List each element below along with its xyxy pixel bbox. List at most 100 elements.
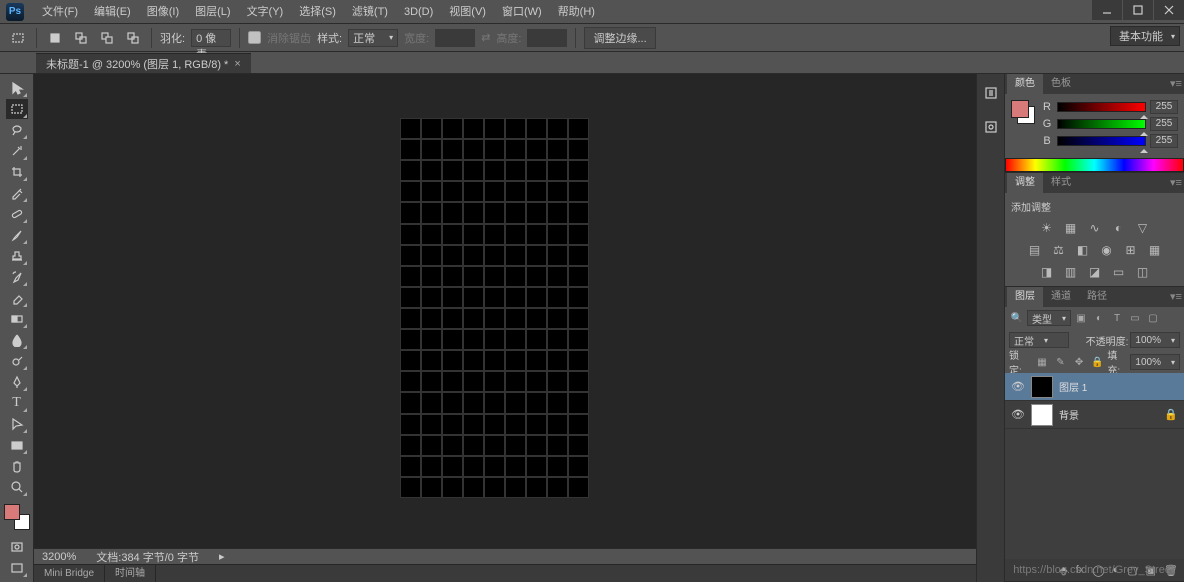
lock-trans-icon[interactable]: ▦ xyxy=(1034,354,1050,370)
lasso-tool[interactable] xyxy=(6,120,28,140)
zoom-tool[interactable] xyxy=(6,477,28,497)
styles-tab[interactable]: 样式 xyxy=(1043,173,1079,193)
heal-tool[interactable] xyxy=(6,204,28,224)
layer-thumbnail[interactable] xyxy=(1031,404,1053,426)
menu-file[interactable]: 文件(F) xyxy=(34,0,86,24)
filter-pixel-icon[interactable]: ▣ xyxy=(1073,310,1089,326)
hue-icon[interactable]: ▤ xyxy=(1026,242,1044,258)
g-value[interactable]: 255 xyxy=(1150,117,1178,131)
hand-tool[interactable] xyxy=(6,456,28,476)
new-selection-icon[interactable] xyxy=(45,28,65,48)
visibility-icon[interactable]: 👁 xyxy=(1011,380,1025,393)
fill-input[interactable]: 100% xyxy=(1130,354,1180,370)
canvas[interactable] xyxy=(400,118,589,498)
visibility-icon[interactable]: 👁 xyxy=(1011,408,1025,421)
opacity-input[interactable]: 100% xyxy=(1130,332,1180,348)
threshold-icon[interactable]: ◪ xyxy=(1086,264,1104,280)
menu-select[interactable]: 选择(S) xyxy=(291,0,344,24)
move-tool[interactable] xyxy=(6,78,28,98)
crop-tool[interactable] xyxy=(6,162,28,182)
panel-menu-icon[interactable]: ▾≡ xyxy=(1170,77,1182,89)
workspace-select[interactable]: 基本功能 xyxy=(1110,26,1180,46)
selective-icon[interactable]: ◫ xyxy=(1134,264,1152,280)
foreground-color[interactable] xyxy=(4,504,20,520)
layer-row[interactable]: 👁 图层 1 xyxy=(1005,373,1184,401)
eyedropper-tool[interactable] xyxy=(6,183,28,203)
layer-name[interactable]: 图层 1 xyxy=(1059,379,1087,394)
r-slider[interactable] xyxy=(1057,102,1146,112)
balance-icon[interactable]: ⚖ xyxy=(1050,242,1068,258)
panel-menu-icon[interactable]: ▾≡ xyxy=(1170,290,1182,302)
lock-pixel-icon[interactable]: ✎ xyxy=(1053,354,1069,370)
layers-tab[interactable]: 图层 xyxy=(1007,287,1043,307)
refine-edge-button[interactable]: 调整边缘... xyxy=(584,27,655,49)
photo-filter-icon[interactable]: ◉ xyxy=(1098,242,1116,258)
r-value[interactable]: 255 xyxy=(1150,100,1178,114)
canvas-area[interactable]: 3200% 文档:384 字节/0 字节 ▸ Mini Bridge 时间轴 xyxy=(34,74,976,582)
blend-mode-select[interactable]: 正常 xyxy=(1009,332,1069,348)
dodge-tool[interactable] xyxy=(6,351,28,371)
b-value[interactable]: 255 xyxy=(1150,134,1178,148)
timeline-tab[interactable]: 时间轴 xyxy=(105,565,156,582)
menu-layer[interactable]: 图层(L) xyxy=(187,0,238,24)
blur-tool[interactable] xyxy=(6,330,28,350)
lookup-icon[interactable]: ▦ xyxy=(1146,242,1164,258)
type-tool[interactable]: T xyxy=(6,393,28,413)
layer-row[interactable]: 👁 背景 🔒 xyxy=(1005,401,1184,429)
doc-info[interactable]: 文档:384 字节/0 字节 xyxy=(96,549,199,565)
screen-mode-tool[interactable] xyxy=(6,558,28,578)
close-button[interactable] xyxy=(1154,0,1184,20)
color-tab[interactable]: 颜色 xyxy=(1007,74,1043,94)
curves-icon[interactable]: ∿ xyxy=(1086,220,1104,236)
spectrum-bar[interactable] xyxy=(1005,158,1184,172)
menu-view[interactable]: 视图(V) xyxy=(441,0,494,24)
invert-icon[interactable]: ◨ xyxy=(1038,264,1056,280)
wand-tool[interactable] xyxy=(6,141,28,161)
marquee-preset-icon[interactable] xyxy=(8,28,28,48)
pen-tool[interactable] xyxy=(6,372,28,392)
panel-menu-icon[interactable]: ▾≡ xyxy=(1170,176,1182,188)
paths-tab[interactable]: 路径 xyxy=(1079,287,1115,307)
subtract-selection-icon[interactable] xyxy=(97,28,117,48)
vibrance-icon[interactable]: ▽ xyxy=(1134,220,1152,236)
channels-tab[interactable]: 通道 xyxy=(1043,287,1079,307)
lock-all-icon[interactable]: 🔒 xyxy=(1090,354,1106,370)
b-slider[interactable] xyxy=(1057,136,1146,146)
menu-filter[interactable]: 滤镜(T) xyxy=(344,0,396,24)
minimize-button[interactable] xyxy=(1092,0,1122,20)
document-tab[interactable]: 未标题-1 @ 3200% (图层 1, RGB/8) * × xyxy=(36,53,251,73)
maximize-button[interactable] xyxy=(1123,0,1153,20)
posterize-icon[interactable]: ▥ xyxy=(1062,264,1080,280)
menu-edit[interactable]: 编辑(E) xyxy=(86,0,139,24)
path-tool[interactable] xyxy=(6,414,28,434)
brush-tool[interactable] xyxy=(6,225,28,245)
menu-help[interactable]: 帮助(H) xyxy=(550,0,603,24)
filter-smart-icon[interactable]: ▢ xyxy=(1145,310,1161,326)
filter-shape-icon[interactable]: ▭ xyxy=(1127,310,1143,326)
brightness-icon[interactable]: ☀ xyxy=(1038,220,1056,236)
marquee-tool[interactable] xyxy=(6,99,28,119)
mini-bridge-tab[interactable]: Mini Bridge xyxy=(34,565,105,582)
menu-3d[interactable]: 3D(D) xyxy=(396,0,441,24)
intersect-selection-icon[interactable] xyxy=(123,28,143,48)
swatches-tab[interactable]: 色板 xyxy=(1043,74,1079,94)
levels-icon[interactable]: ▦ xyxy=(1062,220,1080,236)
search-icon[interactable]: 🔍 xyxy=(1009,310,1025,326)
gradient-map-icon[interactable]: ▭ xyxy=(1110,264,1128,280)
lock-pos-icon[interactable]: ✥ xyxy=(1071,354,1087,370)
zoom-level[interactable]: 3200% xyxy=(42,551,76,563)
channel-mixer-icon[interactable]: ⊞ xyxy=(1122,242,1140,258)
style-select[interactable]: 正常 xyxy=(348,29,398,47)
menu-window[interactable]: 窗口(W) xyxy=(494,0,550,24)
panel-color-swatches[interactable] xyxy=(1011,100,1035,124)
properties-panel-icon[interactable] xyxy=(981,118,1001,136)
menu-image[interactable]: 图像(I) xyxy=(139,0,187,24)
bw-icon[interactable]: ◧ xyxy=(1074,242,1092,258)
tab-close-icon[interactable]: × xyxy=(234,58,240,70)
filter-kind-select[interactable]: 类型 xyxy=(1027,310,1071,326)
layer-name[interactable]: 背景 xyxy=(1059,407,1079,422)
gradient-tool[interactable] xyxy=(6,309,28,329)
color-swatches[interactable] xyxy=(4,504,30,530)
g-slider[interactable] xyxy=(1057,119,1146,129)
quick-mask-tool[interactable] xyxy=(6,537,28,557)
